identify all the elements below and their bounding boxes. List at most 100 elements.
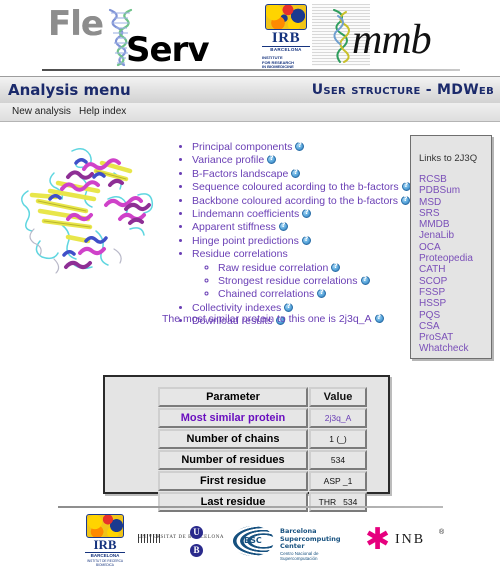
link-rcsb[interactable]: RCSB: [419, 174, 473, 185]
page-title: Analysis menu: [8, 81, 131, 99]
irb-seal-icon: [265, 4, 307, 30]
link-srs[interactable]: SRS: [419, 208, 473, 219]
help-icon[interactable]: [302, 208, 312, 219]
row-label-most-similar-protein[interactable]: Most similar protein: [158, 408, 308, 428]
table-row: Last residue THR _534: [158, 492, 367, 512]
external-links-title: Links to 2J3Q: [419, 153, 478, 164]
link-scop[interactable]: SCOP: [419, 276, 473, 287]
ub-monogram: U B: [190, 526, 205, 562]
list-item[interactable]: Hinge point predictions: [192, 235, 393, 248]
ub-letter-u: U: [190, 526, 203, 539]
list-item[interactable]: Sequence coloured acording to the b-fact…: [192, 181, 411, 194]
help-icon[interactable]: [278, 221, 288, 232]
list-item[interactable]: Principal components: [192, 141, 393, 154]
link-mmdb[interactable]: MMDB: [419, 219, 473, 230]
menu-item-help-index[interactable]: Help index: [79, 106, 126, 117]
analysis-links-list: Principal components Variance profile B-…: [178, 141, 411, 329]
link-sequence-coloured-b-factors[interactable]: Sequence coloured acording to the b-fact…: [192, 181, 399, 193]
link-variance-profile[interactable]: Variance profile: [192, 154, 264, 166]
protein-structure-image: [10, 133, 165, 283]
footer-divider: [58, 506, 443, 508]
row-label-number-of-chains: Number of chains: [158, 429, 308, 449]
list-item[interactable]: Raw residue correlation: [218, 262, 393, 275]
header-parameter: Parameter: [158, 387, 308, 407]
link-b-factors-landscape[interactable]: B-Factors landscape: [192, 168, 288, 180]
link-pqs[interactable]: PQS: [419, 310, 473, 321]
link-csa[interactable]: CSA: [419, 321, 473, 332]
link-whatcheck[interactable]: Whatcheck: [419, 343, 473, 354]
inb-star-icon: ✱: [365, 523, 391, 556]
inb-logo-text: INB: [395, 532, 426, 547]
bsc-logo-words: Barcelona Supercomputing Center: [280, 527, 341, 551]
list-item[interactable]: Lindemann coefficients: [192, 208, 393, 221]
structure-title: User structure - MDWeb: [311, 82, 494, 98]
row-label-number-of-residues: Number of residues: [158, 450, 308, 470]
main-content: Principal components Variance profile B-…: [0, 121, 500, 512]
help-icon[interactable]: [295, 141, 305, 151]
inb-registered-mark: ®: [439, 529, 445, 536]
help-icon[interactable]: [360, 275, 370, 286]
link-msd[interactable]: MSD: [419, 197, 473, 208]
help-icon[interactable]: [291, 168, 301, 178]
flexserv-logo-flex: Fle: [48, 4, 104, 44]
row-value-first-residue: ASP _1: [309, 471, 367, 491]
help-icon[interactable]: [284, 302, 294, 312]
header-value: Value: [309, 387, 367, 407]
link-strongest-residue-correlations[interactable]: Strongest residue correlations: [218, 275, 358, 287]
link-cath[interactable]: CATH: [419, 264, 473, 275]
table-row: First residue ASP _1: [158, 471, 367, 491]
list-item[interactable]: Chained correlations: [218, 288, 393, 301]
bsc-line-3: Center: [280, 542, 305, 550]
link-oca[interactable]: OCA: [419, 242, 473, 253]
list-item[interactable]: B-Factors landscape: [192, 168, 393, 181]
irb-logo-sub: BARCELONA: [270, 47, 302, 52]
link-pdbsum[interactable]: PDBSum: [419, 185, 473, 196]
bsc-subtitle: Centro Nacional de Supercomputación: [280, 551, 319, 561]
external-links-box: Links to 2J3Q RCSB PDBSum MSD SRS MMDB J…: [410, 135, 492, 359]
help-icon[interactable]: [331, 262, 341, 272]
help-icon[interactable]: [317, 288, 327, 299]
menu-item-new-analysis[interactable]: New analysis: [12, 106, 71, 117]
link-prosat[interactable]: ProSAT: [419, 332, 473, 343]
logo-banner: Fle Serv IRB BARCELONA INSTITUTE FOR RESE…: [0, 0, 500, 72]
link-principal-components[interactable]: Principal components: [192, 141, 292, 153]
link-chained-correlations[interactable]: Chained correlations: [218, 288, 314, 300]
structure-info-panel: Parameter Value Most similar protein 2j3…: [103, 375, 390, 512]
link-jenalib[interactable]: JenaLib: [419, 230, 473, 241]
list-item: Residue correlations Raw residue correla…: [192, 248, 393, 302]
page-titlebar: Analysis menu User structure - MDWeb: [0, 76, 500, 104]
help-icon[interactable]: [267, 154, 277, 165]
ub-letter-b: B: [190, 544, 203, 557]
ub-logo-text: UNIVERSITAT DE BARCELONA: [138, 535, 225, 540]
row-value-last-residue: THR _534: [309, 492, 367, 512]
label-residue-correlations: Residue correlations: [192, 248, 288, 261]
most-similar-protein-line: The most similar protein to this one is …: [162, 313, 384, 325]
list-item[interactable]: Apparent stiffness: [192, 221, 393, 234]
link-most-similar-protein[interactable]: 2j3q_A: [339, 313, 372, 325]
structure-info-table: Parameter Value Most similar protein 2j3…: [157, 386, 368, 513]
link-hssp[interactable]: HSSP: [419, 298, 473, 309]
list-item[interactable]: Strongest residue correlations: [218, 275, 393, 288]
external-links-list: RCSB PDBSum MSD SRS MMDB JenaLib OCA Pro…: [419, 174, 473, 355]
help-icon[interactable]: [401, 195, 411, 205]
bsc-monogram: BSC: [244, 536, 262, 545]
irb-seal-icon: [86, 514, 124, 538]
link-raw-residue-correlation[interactable]: Raw residue correlation: [218, 262, 328, 274]
mmb-logo-text: mmb: [352, 17, 432, 63]
row-value-most-similar-protein[interactable]: 2j3q_A: [309, 408, 367, 428]
table-row: Number of residues 534: [158, 450, 367, 470]
help-icon[interactable]: [301, 235, 311, 245]
link-apparent-stiffness[interactable]: Apparent stiffness: [192, 221, 276, 233]
help-icon[interactable]: [374, 313, 384, 323]
link-lindemann-coefficients[interactable]: Lindemann coefficients: [192, 208, 299, 220]
link-proteopedia[interactable]: Proteopedia: [419, 253, 473, 264]
irb-footer-tagline: INSTITUT DE RECERCA BIOMEDICA: [86, 559, 124, 567]
link-fssp[interactable]: FSSP: [419, 287, 473, 298]
link-backbone-coloured-b-factors[interactable]: Backbone coloured acording to the b-fact…: [192, 195, 398, 207]
list-item[interactable]: Variance profile: [192, 154, 393, 167]
list-item[interactable]: Backbone coloured acording to the b-fact…: [192, 195, 411, 208]
link-hinge-point-predictions[interactable]: Hinge point predictions: [192, 235, 299, 247]
irb-logo-footer: IRB BARCELONA INSTITUT DE RECERCA BIOMED…: [85, 514, 125, 567]
bsc-logo: BSC Barcelona Supercomputing Center Cent…: [232, 526, 352, 561]
menu-bar: New analysis Help index: [0, 103, 500, 122]
